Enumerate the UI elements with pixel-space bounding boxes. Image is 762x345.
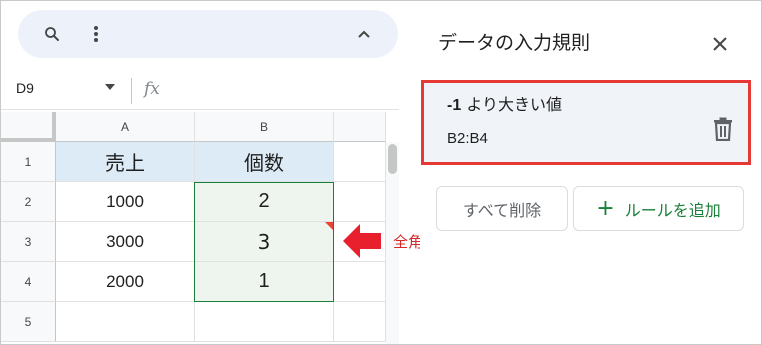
cell-c4[interactable] [334, 262, 386, 302]
row-header-4[interactable]: 4 [1, 262, 56, 302]
fx-icon: fx [144, 79, 160, 99]
row-header-1[interactable]: 1 [1, 142, 56, 182]
cell-b1[interactable]: 個数 [195, 142, 334, 182]
cell-b3[interactable]: 3 [195, 222, 334, 262]
cell-c5[interactable] [334, 302, 386, 342]
column-header-b[interactable]: B [195, 112, 334, 142]
formula-bar: D9 fx [1, 72, 399, 110]
rule-condition: より大きい値 [461, 95, 563, 114]
panel-title: データの入力規則 [438, 32, 591, 54]
sheet-grid: A B 1 2 3 4 5 売上 個数 1000 2 3000 3 2000 1 [1, 112, 399, 344]
more-vert-icon[interactable] [80, 18, 112, 50]
add-rule-label: ルールを追加 [624, 200, 721, 220]
scrollbar-thumb[interactable] [388, 144, 397, 174]
name-box[interactable]: D9 [16, 80, 34, 96]
cell-a4[interactable]: 2000 [56, 262, 195, 302]
column-header-a[interactable]: A [56, 112, 195, 142]
menu-toolbar [18, 10, 398, 58]
add-rule-button[interactable]: + ルールを追加 [573, 186, 744, 231]
divider [131, 78, 132, 104]
rule-range: B2:B4 [447, 130, 488, 147]
cell-a3[interactable]: 3000 [56, 222, 195, 262]
row-header-5[interactable]: 5 [1, 302, 56, 342]
column-header-c[interactable] [334, 112, 386, 142]
caret-down-icon[interactable] [105, 83, 115, 91]
search-icon[interactable] [36, 18, 68, 50]
select-all-corner[interactable] [1, 112, 56, 142]
cell-c2[interactable] [334, 182, 386, 222]
cell-a5[interactable] [56, 302, 195, 342]
cell-b5[interactable] [195, 302, 334, 342]
cell-b4[interactable]: 1 [195, 262, 334, 302]
row-header-2[interactable]: 2 [1, 182, 56, 222]
clear-all-button[interactable]: すべて削除 [436, 186, 568, 231]
annotation-label: 全角 [393, 233, 424, 251]
trash-icon[interactable] [710, 115, 736, 143]
left-arrow-icon [343, 224, 381, 258]
plus-icon: + [596, 195, 615, 221]
cell-a2[interactable]: 1000 [56, 182, 195, 222]
close-icon[interactable] [706, 30, 734, 58]
chevron-up-icon[interactable] [348, 18, 380, 50]
cell-b2[interactable]: 2 [195, 182, 334, 222]
clear-all-label: すべて削除 [462, 200, 542, 220]
row-header-3[interactable]: 3 [1, 222, 56, 262]
rule-value: -1 [447, 97, 462, 114]
cell-c1[interactable] [334, 142, 386, 182]
validation-error-flag[interactable] [325, 222, 333, 230]
cell-a1[interactable]: 売上 [56, 142, 195, 182]
rule-criteria: -1 より大きい値 [447, 91, 562, 115]
